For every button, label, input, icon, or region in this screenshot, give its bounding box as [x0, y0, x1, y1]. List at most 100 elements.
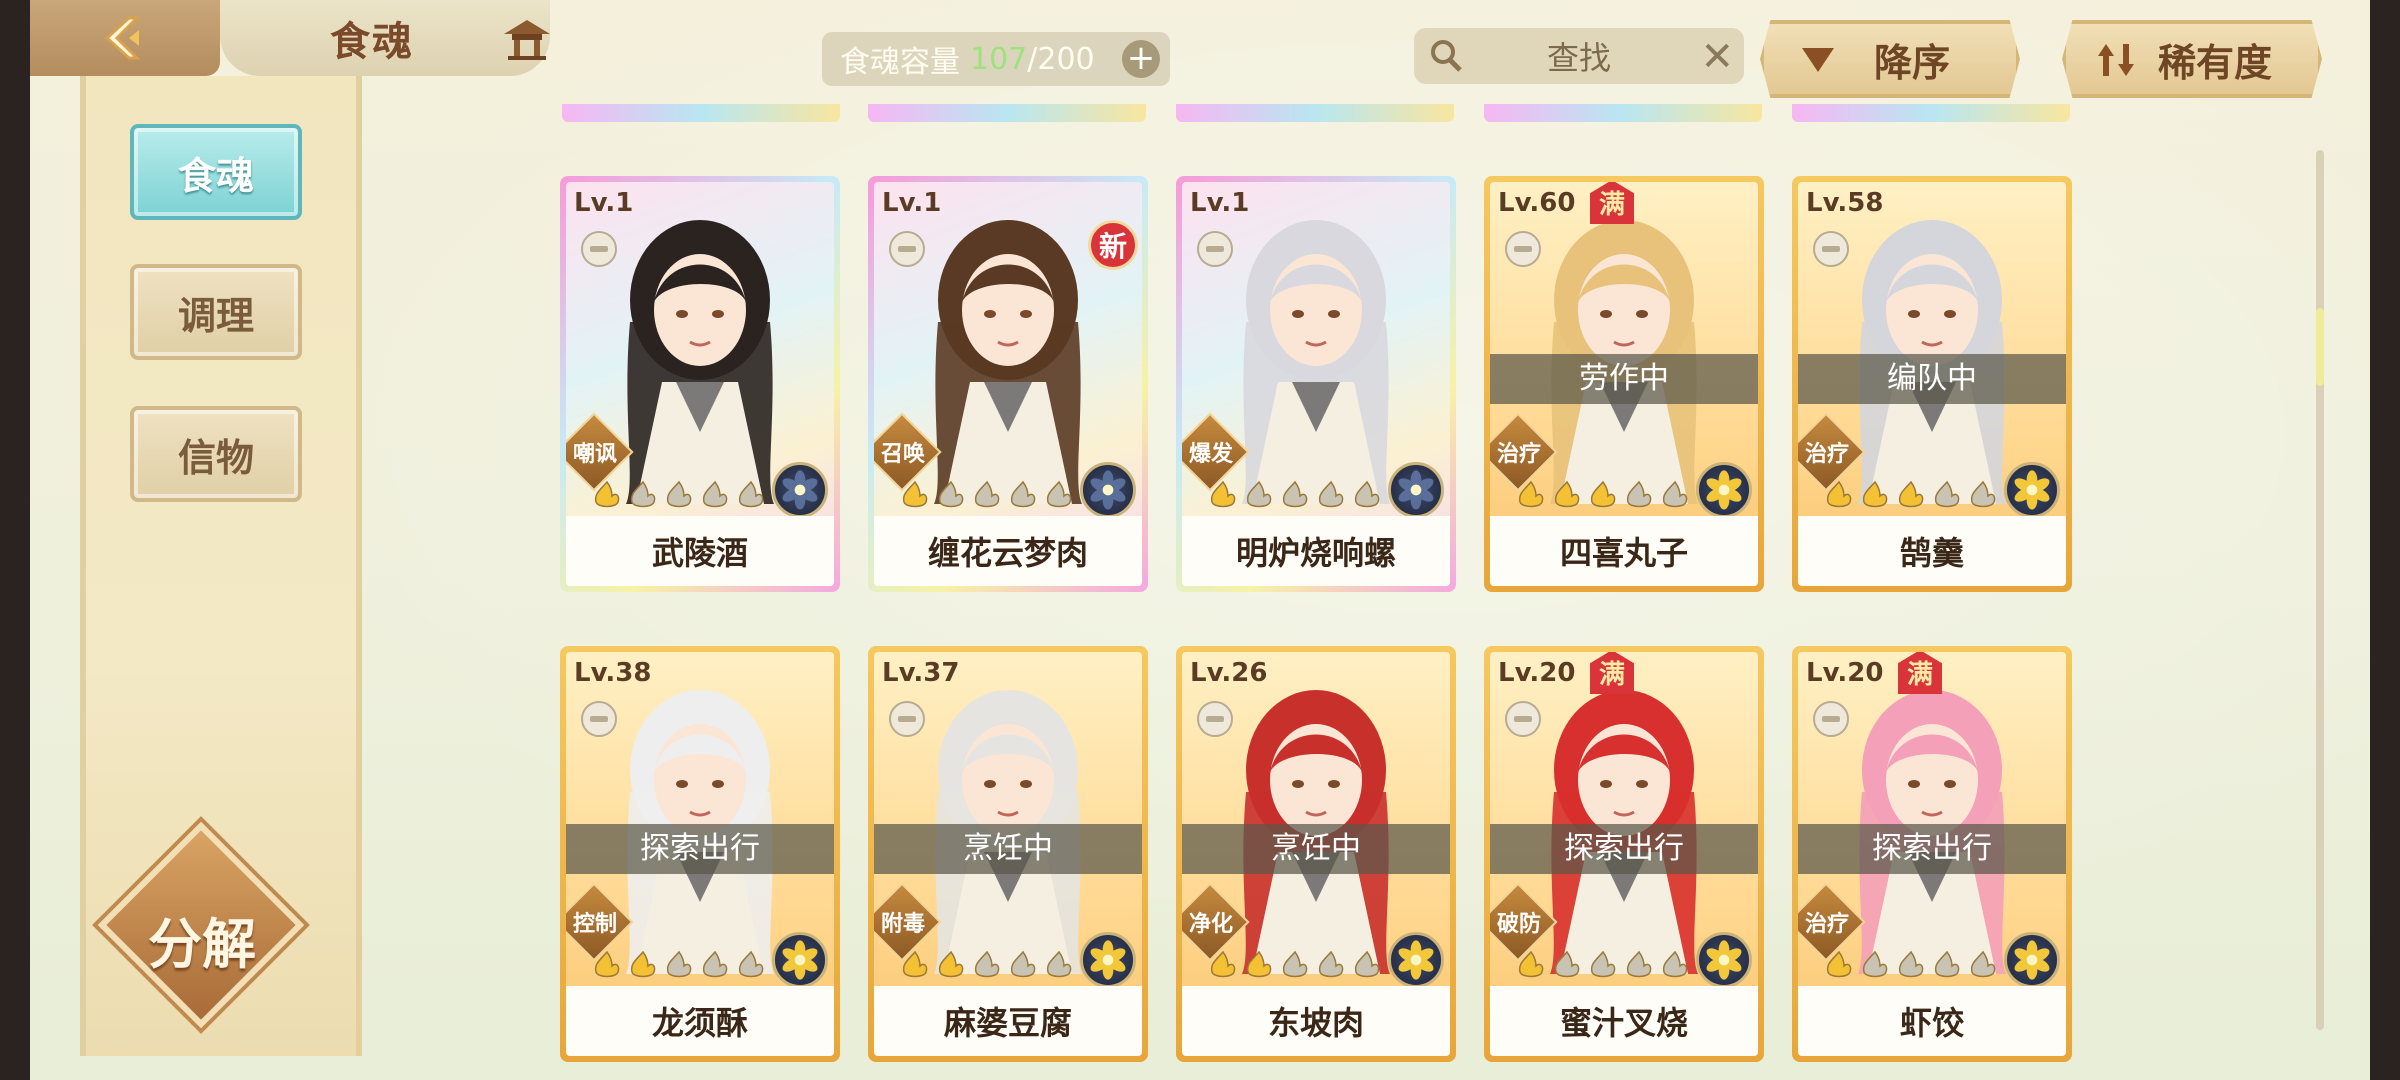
role-tag: 附毒: [874, 882, 942, 962]
flame-empty-icon: [1662, 480, 1688, 508]
role-label: 破防: [1496, 912, 1541, 937]
add-capacity-button[interactable]: +: [1122, 40, 1160, 78]
lock-toggle-icon[interactable]: [1196, 700, 1234, 738]
card-inner: Lv.38 探索出行 控制 龙须酥: [566, 652, 834, 1056]
role-label: 召唤: [880, 442, 925, 467]
flame-empty-icon: [666, 480, 692, 508]
card-inner: Lv.1 爆发 明炉烧响螺: [1182, 182, 1450, 586]
star-rating: [1822, 480, 2000, 510]
lock-toggle-icon[interactable]: [1196, 230, 1234, 268]
lock-toggle-icon[interactable]: [1504, 700, 1542, 738]
food-soul-card[interactable]: Lv.26 烹饪中 净化 东坡肉: [1176, 646, 1456, 1062]
flame-filled-icon: [902, 480, 928, 508]
search-field[interactable]: 查找 ✕: [1414, 28, 1744, 84]
home-button[interactable]: [500, 14, 554, 64]
level-label: Lv.20: [1498, 658, 1576, 688]
lock-toggle-icon[interactable]: [580, 700, 618, 738]
lock-toggle-icon[interactable]: [1812, 700, 1850, 738]
sort-field-button[interactable]: 稀有度: [2062, 20, 2322, 98]
role-tag: 爆发: [1182, 412, 1250, 492]
card-inner: Lv.1 嘲讽 武陵酒: [566, 182, 834, 586]
flame-empty-icon: [938, 480, 964, 508]
food-soul-card[interactable]: Lv.1 爆发 明炉烧响螺: [1176, 176, 1456, 592]
flame-empty-icon: [1354, 480, 1380, 508]
back-button[interactable]: [30, 0, 220, 76]
card-name: 明炉烧响螺: [1182, 516, 1450, 586]
food-soul-card[interactable]: Lv.1 新 召唤 缠花云梦肉: [868, 176, 1148, 592]
element-flower-icon: [1388, 932, 1444, 988]
food-soul-card[interactable]: Lv.38 探索出行 控制 龙须酥: [560, 646, 840, 1062]
back-arrow-icon: [104, 16, 141, 60]
star-rating: [1206, 950, 1384, 980]
scrollbar-track[interactable]: [2316, 150, 2324, 1030]
role-tag: 治疗: [1798, 412, 1866, 492]
flame-filled-icon: [1898, 480, 1924, 508]
flame-empty-icon: [1626, 950, 1652, 978]
flame-empty-icon: [738, 950, 764, 978]
card-name: 蜜汁叉烧: [1490, 986, 1758, 1056]
flame-filled-icon: [594, 950, 620, 978]
card-edge: [1176, 104, 1454, 122]
food-soul-card[interactable]: Lv.60 满 劳作中 治疗 四喜丸子: [1484, 176, 1764, 592]
level-label: Lv.37: [882, 658, 960, 688]
lock-toggle-icon[interactable]: [1504, 230, 1542, 268]
star-rating: [590, 950, 768, 980]
flame-filled-icon: [1826, 950, 1852, 978]
scrollbar-thumb[interactable]: [2316, 308, 2324, 386]
card-inner: Lv.20 满 探索出行 治疗 虾饺: [1798, 652, 2066, 1056]
sort-order-button[interactable]: 降序: [1760, 20, 2020, 98]
sidebar-item-label: 信物: [177, 435, 254, 480]
card-name: 龙须酥: [566, 986, 834, 1056]
card-name: 鹄羹: [1798, 516, 2066, 586]
game-screen: 食魂 食魂容量 107 /200 + 查找 ✕ 降序 稀有度 食魂 调理 信物 …: [30, 0, 2370, 1080]
sidebar-item-label: 调理: [177, 293, 254, 338]
card-inner: Lv.20 满 探索出行 破防 蜜汁叉烧: [1490, 652, 1758, 1056]
flame-empty-icon: [1282, 480, 1308, 508]
lock-toggle-icon[interactable]: [888, 700, 926, 738]
star-rating: [1206, 480, 1384, 510]
flame-empty-icon: [1282, 950, 1308, 978]
lock-toggle-icon[interactable]: [1812, 230, 1850, 268]
flame-filled-icon: [1826, 480, 1852, 508]
card-name: 麻婆豆腐: [874, 986, 1142, 1056]
star-rating: [1514, 480, 1692, 510]
lock-toggle-icon[interactable]: [888, 230, 926, 268]
sidebar-item-label: 食魂: [177, 153, 254, 198]
search-placeholder: 查找: [1546, 39, 1611, 77]
element-flower-icon: [1696, 932, 1752, 988]
food-soul-card[interactable]: Lv.20 满 探索出行 治疗 虾饺: [1792, 646, 2072, 1062]
food-soul-card[interactable]: Lv.20 满 探索出行 破防 蜜汁叉烧: [1484, 646, 1764, 1062]
lock-toggle-icon[interactable]: [580, 230, 618, 268]
role-label: 爆发: [1188, 442, 1233, 467]
capacity-label: 食魂容量: [840, 45, 960, 80]
element-flower-icon: [1080, 932, 1136, 988]
sidebar-item-tokens[interactable]: 信物: [130, 406, 302, 502]
flame-filled-icon: [1210, 950, 1236, 978]
flame-empty-icon: [1862, 950, 1888, 978]
star-rating: [590, 480, 768, 510]
star-rating: [1822, 950, 2000, 980]
status-bar: 探索出行: [1798, 824, 2066, 874]
flame-empty-icon: [630, 480, 656, 508]
role-tag: 破防: [1490, 882, 1558, 962]
flame-empty-icon: [1554, 950, 1580, 978]
food-soul-card[interactable]: Lv.58 编队中 治疗 鹄羹: [1792, 176, 2072, 592]
food-soul-card[interactable]: Lv.1 嘲讽 武陵酒: [560, 176, 840, 592]
sidebar-item-food-souls[interactable]: 食魂: [130, 124, 302, 220]
flame-empty-icon: [1590, 950, 1616, 978]
element-flower-icon: [772, 462, 828, 518]
food-soul-card[interactable]: Lv.37 烹饪中 附毒 麻婆豆腐: [868, 646, 1148, 1062]
role-tag: 召唤: [874, 412, 942, 492]
clear-search-icon[interactable]: ✕: [1700, 34, 1734, 80]
flame-empty-icon: [1970, 950, 1996, 978]
element-flower-icon: [1080, 462, 1136, 518]
flame-empty-icon: [1626, 480, 1652, 508]
star-rating: [898, 950, 1076, 980]
role-tag: 控制: [566, 882, 634, 962]
decompose-label[interactable]: 分解: [120, 900, 284, 979]
sidebar-item-conditioning[interactable]: 调理: [130, 264, 302, 360]
card-inner: Lv.1 新 召唤 缠花云梦肉: [874, 182, 1142, 586]
flame-empty-icon: [1662, 950, 1688, 978]
sort-field-label: 稀有度: [2158, 40, 2273, 85]
flame-empty-icon: [1898, 950, 1924, 978]
